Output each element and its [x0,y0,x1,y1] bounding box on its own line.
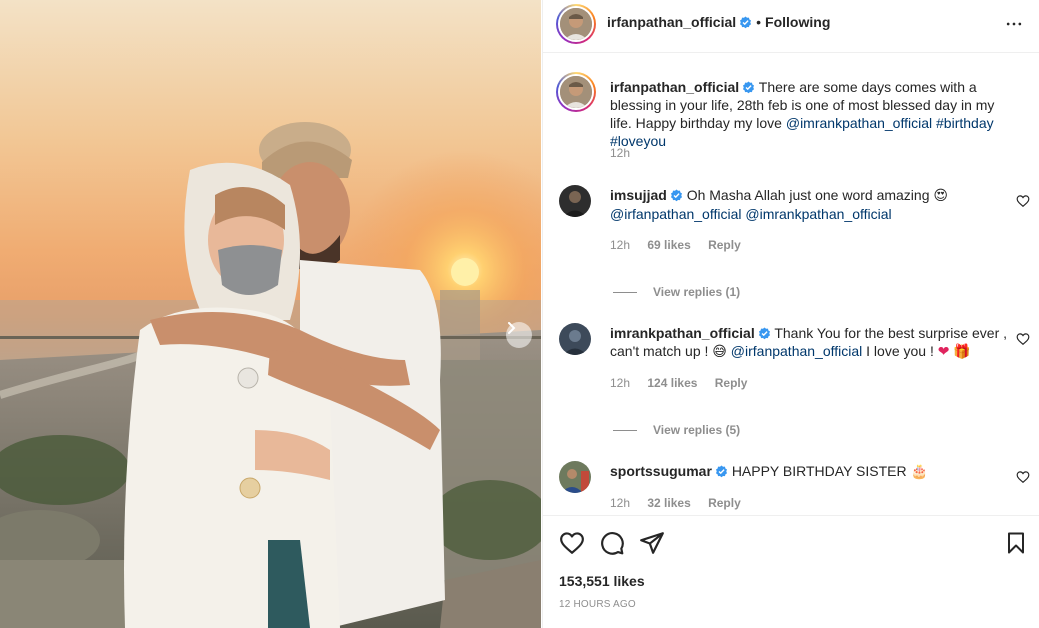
comment-meta: 12h 69 likes Reply [610,238,755,252]
reply-button[interactable]: Reply [715,376,748,390]
caption-mention[interactable]: @imrankpathan_official [786,115,932,131]
post-header: irfanpathan_official • Following [543,0,1039,53]
bookmark-icon[interactable] [1004,530,1028,556]
following-button[interactable]: Following [765,14,830,30]
comment-text: sportssugumar HAPPY BIRTHDAY SISTER 🎂 [610,462,1010,481]
commenter-avatar[interactable] [559,185,591,217]
comment-icon[interactable] [599,530,625,556]
commenter-avatar[interactable] [559,323,591,355]
comment-body: Oh Masha Allah just one word amazing [686,187,930,203]
more-options-icon[interactable] [1004,14,1024,34]
comment-body-end: I love you ! [866,343,934,359]
post-timestamp[interactable]: 12 HOURS AGO [559,599,636,610]
comment-body: HAPPY BIRTHDAY SISTER [731,463,907,479]
likes-count[interactable]: 153,551 likes [559,573,645,589]
verified-badge-icon [758,327,770,340]
verified-badge-icon [715,465,727,478]
comment-likes[interactable]: 32 likes [647,496,690,510]
gift-emoji: 🎁 [953,344,971,360]
replies-divider [613,291,637,293]
caption-meta: 12h [610,146,644,160]
comment-time[interactable]: 12h [610,496,630,510]
heart-icon[interactable] [559,530,585,556]
comment-username[interactable]: sportssugumar [610,463,712,479]
verified-badge-icon [670,189,682,202]
reply-button[interactable]: Reply [708,496,741,510]
post-photo[interactable] [0,0,541,628]
sweat-smile-emoji: 😅 [712,344,727,360]
author-avatar[interactable] [556,4,596,44]
comment-time[interactable]: 12h [610,238,630,252]
comment-mention[interactable]: @irfanpathan_official [610,206,741,222]
caption-text: irfanpathan_official There are some days… [610,78,1020,150]
cake-emoji: 🎂 [910,464,928,480]
share-icon[interactable] [639,530,665,556]
red-heart-emoji: ❤ [937,344,950,360]
caption-time[interactable]: 12h [610,146,630,160]
verified-badge-icon [743,81,755,94]
view-replies-label: View replies (5) [653,423,741,437]
comment-like-heart-icon[interactable] [1016,194,1030,208]
comment-likes[interactable]: 69 likes [647,238,690,252]
heart-eyes-emoji: 😍 [933,188,948,204]
comment-like-heart-icon[interactable] [1016,332,1030,346]
view-replies-button[interactable]: View replies (1) [613,285,740,299]
view-replies-button[interactable]: View replies (5) [613,423,740,437]
comment-text: imrankpathan_official Thank You for the … [610,324,1010,361]
comment-mention[interactable]: @imrankpathan_official [745,206,891,222]
photo-illustration [0,0,541,628]
comment-meta: 12h 124 likes Reply [610,376,761,390]
verified-badge-icon [740,16,752,28]
comment-time[interactable]: 12h [610,376,630,390]
comment-meta: 12h 32 likes Reply [610,496,755,510]
chevron-right-icon [508,322,516,334]
comment-username[interactable]: imrankpathan_official [610,325,755,341]
author-username[interactable]: irfanpathan_official [607,14,736,30]
post-actions: 153,551 likes 12 HOURS AGO [543,515,1039,628]
comment-mention[interactable]: @irfanpathan_official [731,343,862,359]
header-separator: • [756,14,762,30]
caption-hashtag-birthday[interactable]: #birthday [936,115,994,131]
replies-divider [613,429,637,431]
post-side-panel: irfanpathan_official • Following irfanpa… [542,0,1039,628]
comments-list[interactable]: irfanpathan_official There are some days… [543,54,1039,515]
view-replies-label: View replies (1) [653,285,741,299]
caption-username[interactable]: irfanpathan_official [610,79,739,95]
reply-button[interactable]: Reply [708,238,741,252]
comment-username[interactable]: imsujjad [610,187,667,203]
comment-like-heart-icon[interactable] [1016,470,1030,484]
next-photo-button[interactable] [506,322,532,348]
comment-text: imsujjad Oh Masha Allah just one word am… [610,186,1010,223]
commenter-avatar[interactable] [559,461,591,493]
caption-avatar[interactable] [556,72,596,112]
comment-likes[interactable]: 124 likes [647,376,697,390]
